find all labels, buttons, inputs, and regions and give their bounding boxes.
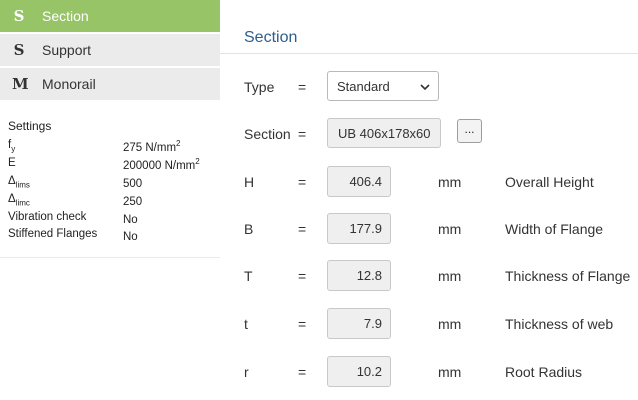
equals-sign: = bbox=[298, 79, 307, 95]
equals-sign: = bbox=[298, 316, 307, 332]
settings-value: No bbox=[123, 213, 138, 226]
field-row-r: r = 10.2 mm Root Radius bbox=[220, 355, 638, 389]
settings-row-dlims: Δlims 500 bbox=[8, 175, 220, 192]
field-label: t bbox=[244, 316, 248, 332]
title-divider bbox=[220, 53, 638, 54]
field-value: 7.9 bbox=[363, 316, 382, 331]
monorail-letter-icon: M bbox=[12, 75, 29, 93]
section-field-value: UB 406x178x60 bbox=[338, 126, 431, 141]
settings-key: fy bbox=[8, 139, 16, 154]
field-description: Thickness of Flange bbox=[505, 268, 631, 284]
equals-sign: = bbox=[298, 364, 307, 380]
settings-value: 500 bbox=[123, 177, 143, 190]
equals-sign: = bbox=[298, 126, 307, 142]
flange-width-field[interactable]: 177.9 bbox=[327, 213, 391, 244]
nav-item-monorail[interactable]: M Monorail bbox=[0, 68, 220, 100]
settings-row-dlimc: Δlimc 250 bbox=[8, 193, 220, 210]
left-panel: S Section S Support M Monorail Settings … bbox=[0, 0, 220, 400]
field-row-t-flange: T = 12.8 mm Thickness of Flange bbox=[220, 259, 638, 293]
field-row-t-web: t = 7.9 mm Thickness of web bbox=[220, 307, 638, 341]
field-description: Overall Height bbox=[505, 174, 594, 190]
support-letter-icon: S bbox=[13, 41, 25, 59]
section-field[interactable]: UB 406x178x60 bbox=[327, 118, 441, 148]
settings-key: E bbox=[8, 157, 16, 169]
root-radius-field[interactable]: 10.2 bbox=[327, 356, 391, 387]
equals-sign: = bbox=[298, 174, 307, 190]
settings-row-stiffened: Stiffened Flanges No bbox=[8, 228, 220, 245]
web-thickness-field[interactable]: 7.9 bbox=[327, 308, 391, 339]
overall-height-field[interactable]: 406.4 bbox=[327, 166, 391, 197]
field-unit: mm bbox=[438, 221, 462, 237]
settings-key: Vibration check bbox=[8, 211, 87, 223]
page-title: Section bbox=[244, 29, 298, 46]
field-value: 177.9 bbox=[349, 221, 382, 236]
browse-section-button[interactable]: ... bbox=[457, 119, 482, 143]
field-unit: mm bbox=[438, 268, 462, 284]
nav-item-label: Section bbox=[42, 8, 89, 24]
field-row-h: H = 406.4 mm Overall Height bbox=[220, 165, 638, 199]
chevron-down-icon bbox=[420, 84, 430, 91]
section-letter-icon: S bbox=[13, 7, 25, 25]
type-select-value: Standard bbox=[337, 79, 390, 94]
equals-sign: = bbox=[298, 221, 307, 237]
field-label: T bbox=[244, 268, 253, 284]
settings-divider bbox=[0, 257, 220, 258]
section-panel: Section Type = Standard Section = UB 406… bbox=[220, 0, 638, 400]
field-label: H bbox=[244, 174, 255, 190]
settings-value: 200000 N/mm2 bbox=[123, 157, 200, 172]
field-description: Thickness of web bbox=[505, 316, 614, 332]
field-unit: mm bbox=[438, 174, 462, 190]
settings-key: Δlimc bbox=[8, 193, 30, 208]
type-select[interactable]: Standard bbox=[327, 71, 439, 101]
settings-value: No bbox=[123, 230, 138, 243]
settings-row-vibration: Vibration check No bbox=[8, 211, 220, 228]
field-value: 406.4 bbox=[349, 174, 382, 189]
section-label: Section bbox=[244, 126, 291, 142]
settings-value: 250 bbox=[123, 195, 143, 208]
field-row-b: B = 177.9 mm Width of Flange bbox=[220, 212, 638, 246]
field-label: r bbox=[244, 364, 249, 380]
equals-sign: = bbox=[298, 268, 307, 284]
field-value: 12.8 bbox=[356, 268, 382, 283]
field-description: Root Radius bbox=[505, 364, 583, 380]
settings-row-e: E 200000 N/mm2 bbox=[8, 157, 220, 174]
field-description: Width of Flange bbox=[505, 221, 604, 237]
field-unit: mm bbox=[438, 364, 462, 380]
settings-value: 275 N/mm2 bbox=[123, 139, 181, 154]
type-label: Type bbox=[244, 79, 275, 95]
settings-key: Δlims bbox=[8, 175, 30, 190]
nav-item-section[interactable]: S Section bbox=[0, 0, 220, 32]
settings-row-fy: fy 275 N/mm2 bbox=[8, 139, 220, 156]
nav-item-label: Support bbox=[42, 42, 92, 58]
type-row: Type = Standard bbox=[220, 70, 638, 104]
field-label: B bbox=[244, 221, 254, 237]
field-unit: mm bbox=[438, 316, 462, 332]
field-value: 10.2 bbox=[356, 364, 382, 379]
section-row: Section = UB 406x178x60 ... bbox=[220, 117, 638, 151]
settings-key: Stiffened Flanges bbox=[8, 228, 98, 240]
flange-thickness-field[interactable]: 12.8 bbox=[327, 260, 391, 291]
nav-item-support[interactable]: S Support bbox=[0, 34, 220, 66]
settings-title: Settings bbox=[8, 119, 52, 133]
nav-item-label: Monorail bbox=[42, 76, 96, 92]
